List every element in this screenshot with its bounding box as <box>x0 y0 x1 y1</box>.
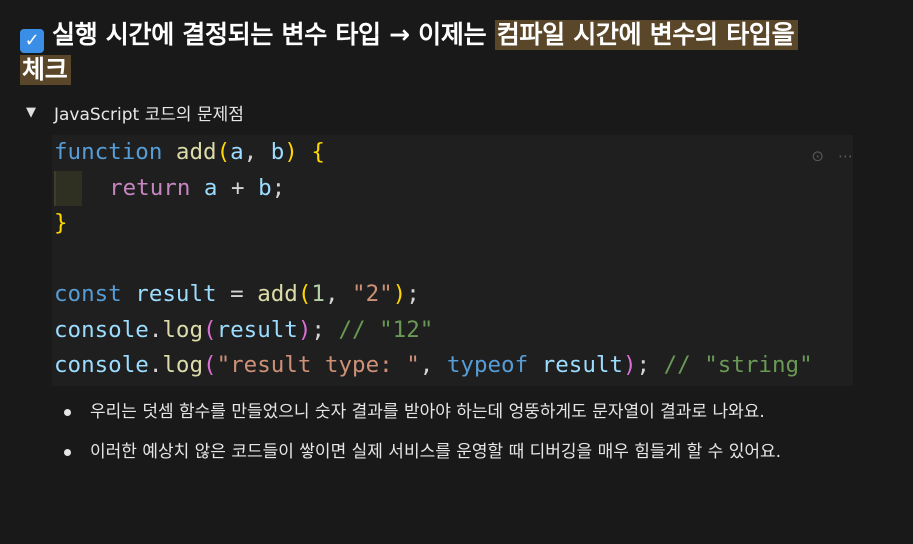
indent-guide <box>54 170 82 206</box>
code-block[interactable]: ⊙ ⋯ function add(a, b) { return a + b; }… <box>52 135 853 386</box>
list-item: 우리는 덧셈 함수를 만들었으니 숫자 결과를 받아야 하는데 엉뚱하게도 문자… <box>60 398 870 427</box>
triangle-down-icon[interactable]: ▼ <box>26 105 54 120</box>
bullet-list: 우리는 덧셈 함수를 만들었으니 숫자 결과를 받아야 하는데 엉뚱하게도 문자… <box>60 398 870 478</box>
heading-highlight-2: 체크 <box>20 55 72 85</box>
code-line-6: console.log(result); // "12" <box>54 316 434 343</box>
code-line-2: return a + b; <box>54 170 285 206</box>
heading-text: 실행 시간에 결정되는 변수 타입 → 이제는 <box>52 20 495 49</box>
bullet-text: 이러한 예상치 않은 코드들이 쌓이면 실제 서비스를 운영할 때 디버깅을 매… <box>90 442 782 462</box>
code-lines: function add(a, b) { return a + b; } con… <box>54 135 813 384</box>
code-actions: ⊙ ⋯ <box>811 147 853 165</box>
toggle-block[interactable]: ▼ JavaScript 코드의 문제점 <box>26 99 244 125</box>
code-line-5: const result = add(1, "2"); <box>54 281 420 307</box>
list-item: 이러한 예상치 않은 코드들이 쌓이면 실제 서비스를 운영할 때 디버깅을 매… <box>60 438 870 467</box>
bullet-icon <box>64 449 71 456</box>
code-line-1: function add(a, b) { <box>54 139 325 165</box>
bullet-icon <box>64 409 71 416</box>
code-line-7: console.log("result type: ", typeof resu… <box>54 352 813 378</box>
more-icon[interactable]: ⋯ <box>838 147 853 165</box>
code-line-3: } <box>54 210 68 236</box>
heading-highlight-1: 컴파일 시간에 변수의 타입을 <box>494 20 799 50</box>
page-heading: ✓ 실행 시간에 결정되는 변수 타입 → 이제는 컴파일 시간에 변수의 타입을… <box>20 18 880 87</box>
copy-icon[interactable]: ⊙ <box>811 147 824 165</box>
bullet-text: 우리는 덧셈 함수를 만들었으니 숫자 결과를 받아야 하는데 엉뚱하게도 문자… <box>90 402 765 422</box>
toggle-label: JavaScript 코드의 문제점 <box>54 104 244 125</box>
checkbox-checked-icon: ✓ <box>20 29 44 53</box>
